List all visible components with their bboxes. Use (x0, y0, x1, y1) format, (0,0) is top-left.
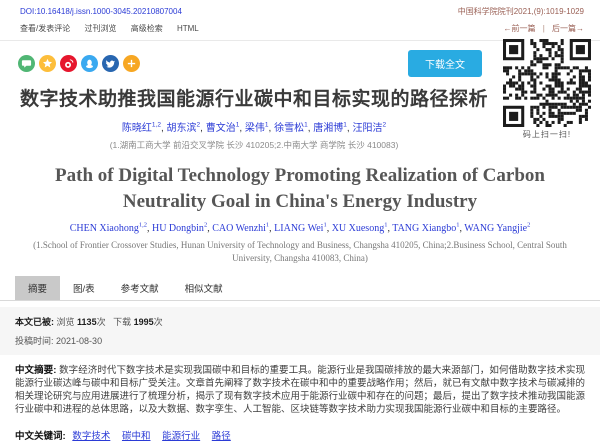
qr-panel: 码上扫一扫! (503, 39, 591, 140)
author-link[interactable]: HU Dongbin (152, 223, 204, 234)
tab-abstract[interactable]: 摘要 (15, 276, 60, 300)
affiliation-cn: (1.湖南工商大学 前沿交叉学院 长沙 410205;2.中南大学 商学院 长沙… (8, 139, 500, 151)
author-en: WANG Yangjie2 (464, 223, 530, 234)
stats-box: 本文已被: 浏览 1135次 下载 1995次 投稿时间: 2021-08-30 (0, 307, 600, 355)
downloads-count: 1995 (134, 317, 154, 327)
author-en: CAO Wenzhi1, (212, 223, 274, 234)
author-cn: 唐湘博1, (313, 123, 352, 134)
weibo-share-icon[interactable] (60, 55, 77, 72)
nav-comments-link[interactable]: 查看/发表评论 (20, 24, 70, 33)
usage-stats: 本文已被: 浏览 1135次 下载 1995次 (15, 315, 585, 328)
author-link[interactable]: 徐雪松 (274, 123, 304, 134)
keyword-link[interactable]: 碳中和 (122, 431, 151, 442)
author-cn: 徐雪松1, (274, 123, 313, 134)
qq-share-icon[interactable] (81, 55, 98, 72)
prev-article-link[interactable]: ←前一篇 (503, 24, 535, 33)
views-count: 1135 (77, 317, 97, 327)
tab-figures-tables[interactable]: 图/表 (60, 276, 108, 300)
nav-links: 查看/发表评论 过刊浏览 高级检索 HTML (20, 23, 211, 34)
author-link[interactable]: 曹文治 (206, 123, 236, 134)
author-en: CHEN Xiaohong1,2, (70, 223, 152, 234)
views-label: 浏览 (57, 317, 75, 327)
title-en-line2: Neutrality Goal in China's Energy Indust… (0, 189, 600, 215)
author-en: TANG Xiangbo1, (392, 223, 464, 234)
stats-label: 本文已被: (15, 317, 54, 327)
nav-advanced-search-link[interactable]: 高级检索 (131, 24, 163, 33)
journal-citation: 中国科学院院刊2021,(9):1019-1029 (458, 6, 584, 17)
pager-separator: | (543, 24, 545, 33)
qzone-share-icon[interactable] (39, 55, 56, 72)
next-article-link[interactable]: 后一篇→ (552, 24, 584, 33)
article-title-cn: 数字技术助推我国能源行业碳中和目标实现的路径探析 (8, 86, 500, 113)
author-en: HU Dongbin2, (152, 223, 212, 234)
download-fulltext-button[interactable]: 下载全文 (408, 50, 482, 77)
abstract-text: 数字经济时代下数字技术是实现我国碳中和目标的重要工具。能源行业是我国碳排放的最大… (15, 365, 585, 415)
author-cn: 曹文治1, (206, 123, 245, 134)
doi-link[interactable]: DOI:10.16418/j.issn.1000-3045.2021080700… (20, 7, 182, 16)
author-en: XU Xuesong1, (332, 223, 393, 234)
received-date-row: 投稿时间: 2021-08-30 (15, 334, 585, 347)
qr-code-image (503, 39, 591, 127)
keyword-link[interactable]: 路径 (212, 431, 231, 442)
author-cn: 汪阳洁2 (352, 123, 386, 134)
author-link[interactable]: CHEN Xiaohong (70, 223, 139, 234)
qr-caption: 码上扫一扫! (503, 129, 591, 140)
nav-html-link[interactable]: HTML (177, 24, 199, 33)
author-link[interactable]: 陈晓红 (122, 123, 152, 134)
author-link[interactable]: LIANG Wei (274, 223, 323, 234)
keyword-link[interactable]: 能源行业 (162, 431, 200, 442)
downloads-label: 下载 (113, 317, 131, 327)
affiliation-en: (1.School of Frontier Crossover Studies,… (26, 239, 574, 265)
author-cn: 陈晓红1,2, (122, 123, 167, 134)
article-pager: ←前一篇 | 后一篇→ (503, 23, 584, 34)
top-bar: DOI:10.16418/j.issn.1000-3045.2021080700… (0, 0, 600, 19)
title-en-line1: Path of Digital Technology Promoting Rea… (0, 163, 600, 189)
content-tabs: 摘要 图/表 参考文献 相似文献 (0, 276, 600, 301)
more-share-icon[interactable] (123, 55, 140, 72)
keywords-section: 中文关键词: 数字技术 碳中和 能源行业 路径 (0, 416, 600, 442)
author-cn: 胡东滨2, (167, 123, 206, 134)
tencent-weibo-share-icon[interactable] (102, 55, 119, 72)
nav-back-issues-link[interactable]: 过刊浏览 (84, 24, 116, 33)
abstract-label: 中文摘要: (15, 365, 56, 376)
author-link[interactable]: 胡东滨 (167, 123, 197, 134)
keyword-link[interactable]: 数字技术 (72, 431, 110, 442)
author-link[interactable]: 唐湘博 (313, 123, 343, 134)
author-link[interactable]: 梁伟 (245, 123, 265, 134)
tab-similar-articles[interactable]: 相似文献 (172, 276, 236, 300)
tab-references[interactable]: 参考文献 (108, 276, 172, 300)
authors-en: CHEN Xiaohong1,2, HU Dongbin2, CAO Wenzh… (0, 222, 600, 234)
received-label: 投稿时间: (15, 336, 54, 346)
nav-row: 查看/发表评论 过刊浏览 高级检索 HTML ←前一篇 | 后一篇→ (0, 19, 600, 41)
author-en: LIANG Wei1, (274, 223, 332, 234)
abstract-section: 中文摘要: 数字经济时代下数字技术是实现我国碳中和目标的重要工具。能源行业是我国… (0, 355, 600, 416)
author-link[interactable]: CAO Wenzhi (212, 223, 266, 234)
article-page: DOI:10.16418/j.issn.1000-3045.2021080700… (0, 0, 600, 442)
wechat-share-icon[interactable] (18, 55, 35, 72)
english-header: Path of Digital Technology Promoting Rea… (0, 163, 600, 265)
author-cn: 梁伟1, (245, 123, 274, 134)
share-icons (18, 55, 140, 72)
authors-cn: 陈晓红1,2, 胡东滨2, 曹文治1, 梁伟1, 徐雪松1, 唐湘博1, 汪阳洁… (8, 119, 500, 134)
author-link[interactable]: 汪阳洁 (352, 123, 382, 134)
author-link[interactable]: WANG Yangjie (464, 223, 527, 234)
keywords-label: 中文关键词: (15, 431, 66, 442)
author-link[interactable]: XU Xuesong (332, 223, 385, 234)
received-date: 2021-08-30 (56, 336, 102, 346)
article-title-en: Path of Digital Technology Promoting Rea… (0, 163, 600, 215)
author-link[interactable]: TANG Xiangbo (392, 223, 456, 234)
